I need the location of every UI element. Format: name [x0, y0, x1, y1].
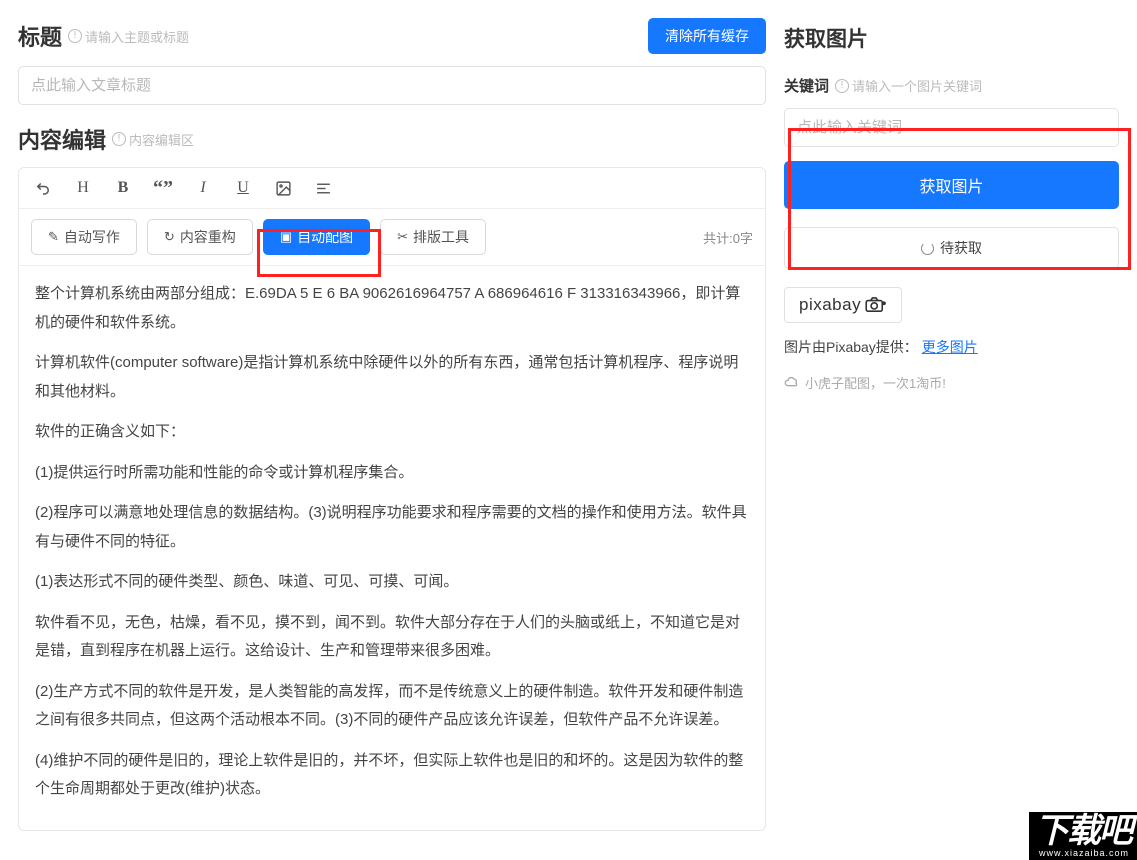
layout-tool-button[interactable]: ✂ 排版工具	[380, 219, 486, 255]
fetch-image-button[interactable]: 获取图片	[784, 161, 1119, 209]
format-toolbar: H B “” I U	[19, 168, 765, 209]
content-paragraph: (4)维护不同的硬件是旧的，理论上软件是旧的，并不坏，但实际上软件也是旧的和坏的…	[35, 747, 749, 804]
spinner-icon	[921, 242, 934, 255]
picture-icon: ▣	[280, 229, 292, 245]
info-icon: !	[68, 29, 82, 43]
cloud-icon	[784, 375, 800, 390]
content-paragraph: 软件看不见，无色，枯燥，看不见，摸不到，闻不到。软件大部分存在于人们的头脑或纸上…	[35, 609, 749, 666]
content-paragraph: (1)表达形式不同的硬件类型、颜色、味道、可见、可摸、可闻。	[35, 568, 749, 597]
more-images-link[interactable]: 更多图片	[922, 339, 978, 355]
pencil-icon: ✎	[48, 229, 59, 245]
content-area[interactable]: 整个计算机系统由两部分组成：E.69DA 5 E 6 BA 9062616964…	[19, 266, 765, 830]
pixabay-logo: pixabay	[784, 287, 902, 323]
editor-panel: H B “” I U ✎ 自动写作 ↻ 内容重构	[18, 167, 766, 831]
rebuild-button[interactable]: ↻ 内容重构	[147, 219, 253, 255]
title-heading: 标题	[18, 20, 62, 52]
camera-icon	[865, 297, 887, 313]
content-paragraph: 计算机软件(computer software)是指计算机系统中除硬件以外的所有…	[35, 349, 749, 406]
keyword-input[interactable]	[784, 108, 1119, 147]
auto-write-button[interactable]: ✎ 自动写作	[31, 219, 137, 255]
content-paragraph: (1)提供运行时所需功能和性能的命令或计算机程序集合。	[35, 459, 749, 488]
pending-button[interactable]: 待获取	[784, 227, 1119, 269]
sidebar-heading: 获取图片	[784, 23, 1119, 53]
heading-icon[interactable]: H	[71, 176, 95, 200]
content-paragraph: (2)程序可以满意地处理信息的数据结构。(3)说明程序功能要求和程序需要的文档的…	[35, 499, 749, 556]
content-paragraph: (2)生产方式不同的软件是开发，是人类智能的高发挥，而不是传统意义上的硬件制造。…	[35, 678, 749, 735]
clear-cache-button[interactable]: 清除所有缓存	[648, 18, 766, 54]
keyword-hint: ! 请输入一个图片关键词	[835, 76, 982, 95]
content-paragraph: 软件的正确含义如下：	[35, 418, 749, 447]
italic-icon[interactable]: I	[191, 176, 215, 200]
info-icon: !	[835, 79, 849, 93]
tool-icon: ✂	[397, 229, 408, 245]
content-heading: 内容编辑	[18, 123, 106, 155]
title-hint: ! 请输入主题或标题	[68, 27, 189, 46]
title-header: 标题 ! 请输入主题或标题 清除所有缓存	[18, 18, 766, 54]
auto-image-button[interactable]: ▣ 自动配图	[263, 219, 370, 255]
footer-note: 小虎子配图，一次1淘币!	[784, 373, 1119, 392]
align-icon[interactable]	[311, 176, 335, 200]
info-icon: !	[112, 132, 126, 146]
image-icon[interactable]	[271, 176, 295, 200]
title-input[interactable]	[18, 66, 766, 105]
word-count: 共计:0字	[703, 228, 753, 247]
refresh-icon: ↻	[164, 229, 175, 245]
keyword-header: 关键词 ! 请输入一个图片关键词	[784, 75, 1119, 96]
quote-icon[interactable]: “”	[151, 176, 175, 200]
content-hint: ! 内容编辑区	[112, 130, 194, 149]
undo-icon[interactable]	[31, 176, 55, 200]
underline-icon[interactable]: U	[231, 176, 255, 200]
content-paragraph: 整个计算机系统由两部分组成：E.69DA 5 E 6 BA 9062616964…	[35, 280, 749, 337]
watermark: 下载吧 www.xiazaiba.com	[1029, 812, 1137, 860]
image-credit: 图片由Pixabay提供： 更多图片	[784, 337, 1119, 357]
bold-icon[interactable]: B	[111, 176, 135, 200]
action-toolbar: ✎ 自动写作 ↻ 内容重构 ▣ 自动配图 ✂ 排版工具 共计:0字	[19, 209, 765, 266]
keyword-label: 关键词	[784, 75, 829, 96]
